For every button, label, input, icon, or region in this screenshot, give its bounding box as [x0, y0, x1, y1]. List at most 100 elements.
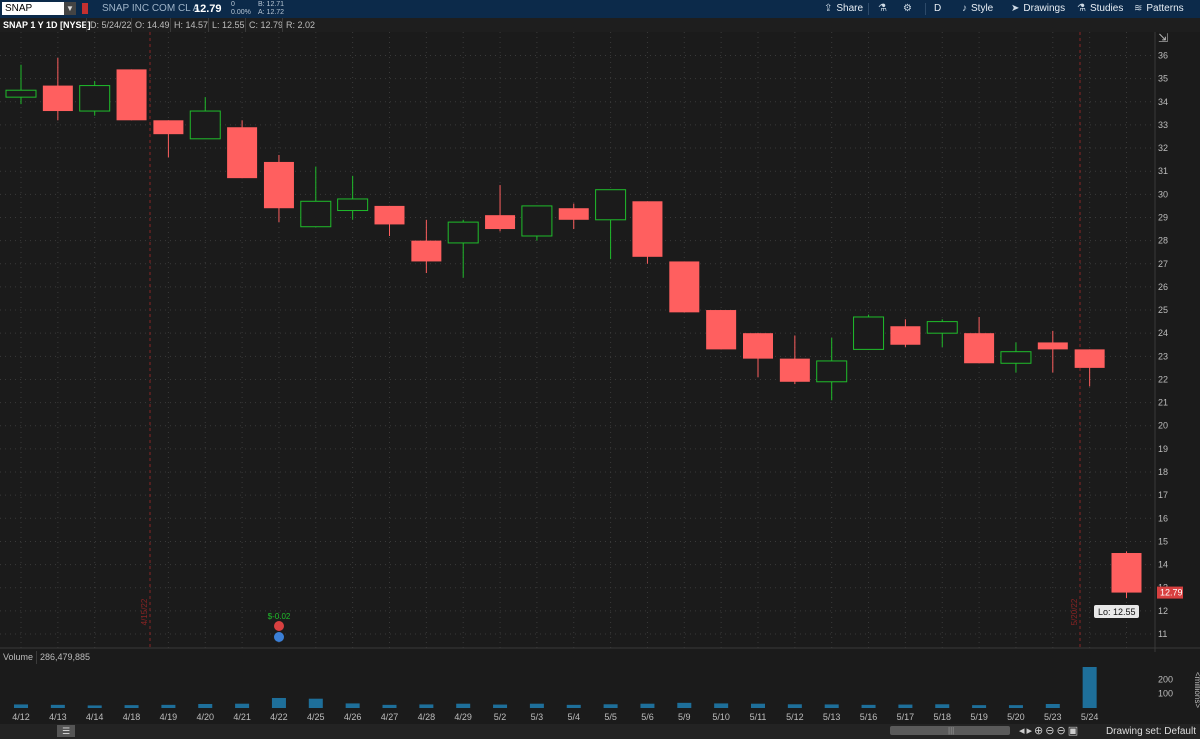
date-tick-label: 5/10: [712, 712, 730, 722]
price-tick-label: 21: [1158, 398, 1168, 408]
patterns-label: Patterns: [1146, 3, 1184, 14]
date-tick-label: 4/28: [418, 712, 436, 722]
share-label: Share: [836, 3, 864, 14]
drawings-label: Drawings: [1023, 3, 1066, 14]
info-low: L: 12.55: [208, 18, 245, 32]
volume-bar: [308, 698, 323, 708]
date-tick-label: 5/2: [494, 712, 507, 722]
volume-bar: [714, 703, 729, 708]
date-tick-label: 5/23: [1044, 712, 1062, 722]
price-tick-label: 19: [1158, 444, 1168, 454]
share-button[interactable]: ⇪ Share: [824, 0, 863, 18]
chart-title: SNAP 1 Y 1D [NYSE]: [3, 20, 91, 30]
volume-bar: [456, 703, 471, 708]
company-name: SNAP INC COM CL A: [102, 3, 200, 14]
candle-body: [926, 321, 958, 334]
candle-body: [632, 201, 663, 257]
candle-body: [853, 316, 885, 350]
date-tick-label: 5/5: [604, 712, 617, 722]
volume-bar: [1082, 667, 1097, 708]
candle-body: [189, 110, 221, 140]
date-tick-label: 5/20: [1007, 712, 1025, 722]
timeframe-button[interactable]: D: [934, 0, 941, 18]
date-tick-label: 4/25: [307, 712, 325, 722]
price-tick-label: 14: [1158, 560, 1168, 570]
price-tick-label: 30: [1158, 189, 1168, 199]
price-tick-label: 15: [1158, 536, 1168, 546]
volume-bar: [1008, 705, 1023, 708]
date-tick-label: 5/17: [897, 712, 915, 722]
drawing-set-label: Drawing set: Default: [1105, 726, 1196, 737]
volume-bar: [787, 704, 802, 708]
event-label: 4/15/22: [140, 598, 149, 625]
scroll-grip-icon: |||: [948, 726, 955, 735]
drawings-button[interactable]: ➤ Drawings: [1011, 0, 1065, 18]
price-tick-label: 31: [1158, 166, 1168, 176]
settings-button[interactable]: ⚙: [903, 0, 916, 18]
menu-icon[interactable]: ☰: [57, 725, 75, 737]
flask-button[interactable]: ⚗: [878, 0, 891, 18]
gear-icon: ⚙: [903, 3, 912, 14]
candle-body: [227, 127, 258, 179]
volume-tick-label: 200: [1158, 674, 1173, 684]
chart-settings-icon: ⇲: [1158, 32, 1168, 45]
volume-bar: [1045, 703, 1060, 708]
volume-bar: [640, 703, 655, 708]
low-bubble-label: Lo: 12.55: [1098, 607, 1136, 617]
earnings-icon: [274, 621, 284, 631]
volume-label: Volume: [3, 652, 34, 662]
date-tick-label: 5/6: [641, 712, 654, 722]
candle-body: [153, 120, 184, 135]
flask-icon: ⚗: [878, 3, 887, 14]
price-tick-label: 11: [1158, 629, 1167, 639]
volume-bar: [935, 704, 950, 708]
volume-bar: [824, 704, 839, 708]
earnings-label: $-0.02: [268, 612, 291, 621]
candle-body: [374, 205, 405, 225]
price-tick-label: 28: [1158, 236, 1168, 246]
price-tick-label: 26: [1158, 282, 1168, 292]
candle-body: [558, 208, 589, 220]
date-tick-label: 4/21: [233, 712, 251, 722]
top-toolbar: SNAP ▼ SNAP INC COM CL A 12.79 0 0.00% B…: [0, 0, 1200, 18]
candle-body: [706, 310, 737, 350]
date-tick-label: 4/27: [381, 712, 399, 722]
price-chart[interactable]: 1112131415161718192021222324252627282930…: [0, 32, 1200, 652]
zoom-controls[interactable]: ◂▸⊕⊖⊖▣: [1019, 724, 1080, 739]
volume-bar: [271, 697, 286, 708]
candle-body: [42, 85, 73, 112]
date-tick-label: 4/20: [196, 712, 214, 722]
candle-body: [743, 333, 773, 359]
volume-bar: [14, 704, 28, 708]
volume-value: 286,479,885: [36, 651, 90, 664]
candle-body: [116, 69, 147, 121]
studies-button[interactable]: ⚗ Studies: [1077, 0, 1123, 18]
price-tick-label: 35: [1158, 74, 1168, 84]
net-change: 0: [231, 1, 235, 8]
price-tick-label: 20: [1158, 421, 1168, 431]
symbol-dropdown-icon[interactable]: ▼: [64, 2, 76, 15]
patterns-button[interactable]: ≋ Patterns: [1134, 0, 1184, 18]
flag-icon[interactable]: [82, 3, 88, 14]
volume-chart[interactable]: 100 200 <millions> 4/12 4/13 4/14 4/18 4/19 4/20…: [0, 664, 1200, 724]
date-tick-label: 5/12: [786, 712, 804, 722]
volume-bar: [87, 705, 102, 708]
style-button[interactable]: ♪ Style: [962, 0, 993, 18]
candle-body: [5, 89, 37, 98]
candle-body: [447, 221, 479, 244]
price-tick-label: 12: [1158, 606, 1168, 616]
candle-body: [79, 85, 111, 112]
patterns-icon: ≋: [1134, 3, 1143, 14]
date-tick-label: 4/13: [49, 712, 67, 722]
last-price-tag-label: 12.79: [1160, 588, 1183, 598]
price-tick-label: 27: [1158, 259, 1168, 269]
divider: [925, 3, 926, 15]
date-tick-label: 4/18: [123, 712, 141, 722]
price-tick-label: 36: [1158, 51, 1168, 61]
date-tick-label: 5/3: [531, 712, 544, 722]
volume-bar: [493, 704, 508, 708]
share-icon: ⇪: [824, 3, 833, 14]
volume-bar: [161, 704, 176, 708]
volume-bar: [529, 703, 544, 708]
date-tick-label: 5/19: [970, 712, 988, 722]
